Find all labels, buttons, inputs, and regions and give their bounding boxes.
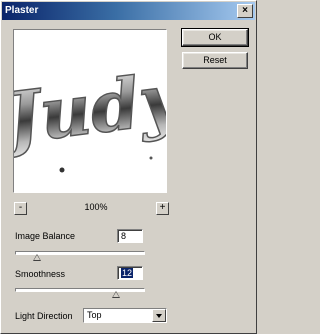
smoothness-value: 12 [121, 268, 134, 278]
image-balance-label: Image Balance [15, 231, 76, 241]
plaster-preview-image: Judy [14, 55, 166, 173]
chevron-down-icon[interactable] [152, 309, 166, 322]
light-direction-value: Top [87, 310, 102, 320]
zoom-in-button[interactable]: + [156, 202, 169, 215]
title-bar[interactable]: Plaster × [2, 2, 255, 20]
ok-button[interactable]: OK [181, 28, 249, 47]
preview-speck [59, 167, 65, 173]
smoothness-slider-thumb[interactable] [112, 291, 121, 298]
preview-speck [149, 156, 153, 160]
plaster-dialog: Plaster × Judy OK Reset - 100% + Image B… [0, 0, 257, 334]
smoothness-slider[interactable] [15, 288, 145, 292]
image-balance-slider-thumb[interactable] [32, 254, 41, 261]
preview-pane[interactable]: Judy [13, 29, 167, 193]
dialog-title: Plaster [5, 5, 39, 16]
reset-button[interactable]: Reset [182, 52, 248, 69]
smoothness-field[interactable]: 12 [117, 266, 143, 280]
light-direction-select[interactable]: Top [83, 308, 167, 323]
zoom-out-button[interactable]: - [14, 202, 27, 215]
image-balance-value: 8 [121, 231, 127, 241]
image-balance-field[interactable]: 8 [117, 229, 143, 243]
smoothness-label: Smoothness [15, 269, 66, 279]
light-direction-label: Light Direction [15, 311, 73, 321]
preview-sample-text: Judy [14, 56, 166, 161]
close-button[interactable]: × [237, 4, 253, 18]
zoom-level: 100% [84, 202, 108, 212]
